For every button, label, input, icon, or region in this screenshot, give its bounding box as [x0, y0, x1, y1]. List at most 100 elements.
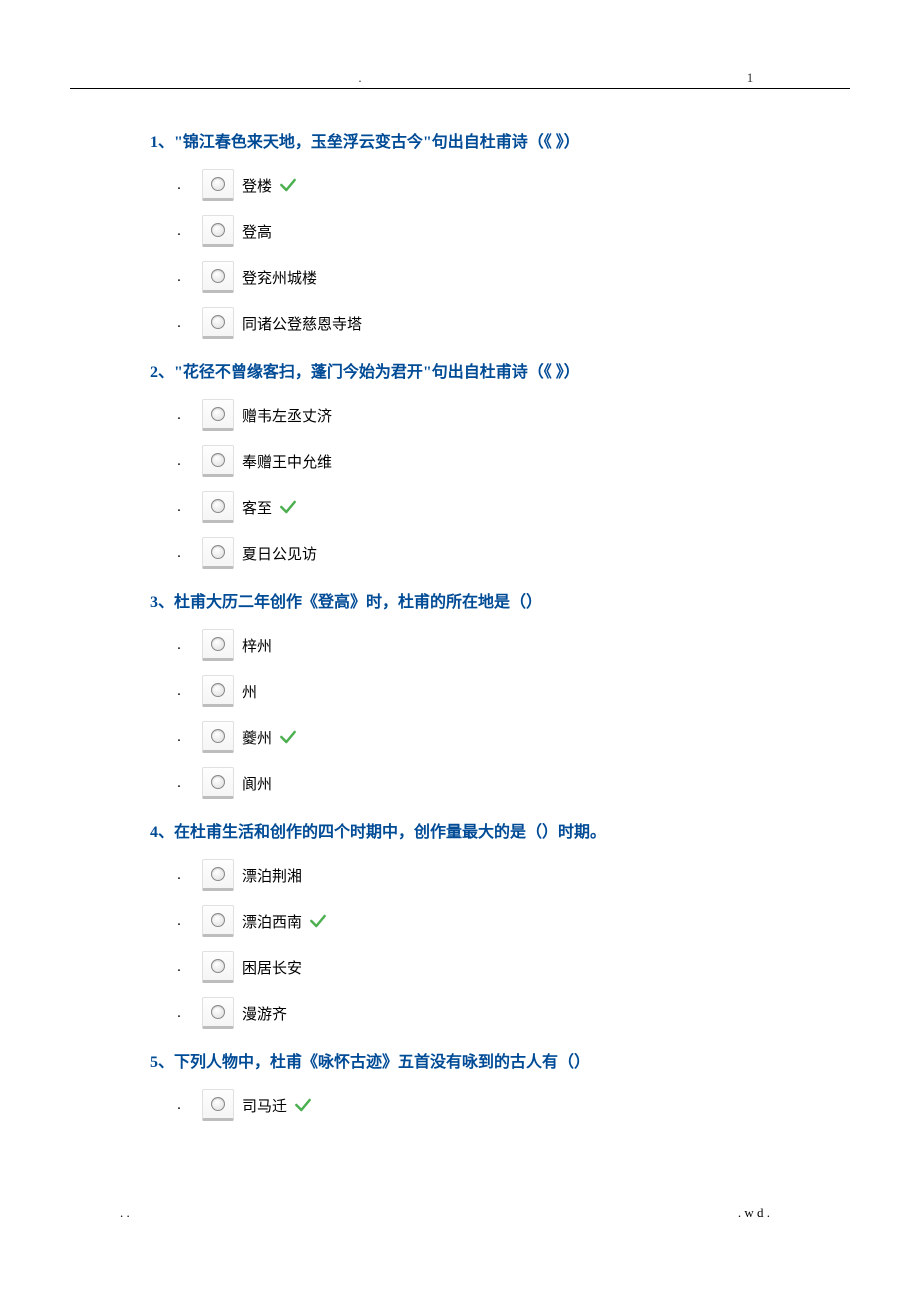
- option-label: 登高: [242, 221, 272, 242]
- footer-right: . w d .: [738, 1205, 770, 1221]
- radio-circle-icon: [211, 913, 225, 927]
- content: 1、"锦江春色来天地，玉垒浮云变古今"句出自杜甫诗（《 》） . 登楼 . 登高…: [0, 89, 920, 1165]
- radio-button[interactable]: [202, 537, 234, 569]
- radio-circle-icon: [211, 683, 225, 697]
- option-label: 梓州: [242, 635, 272, 656]
- q3-option-a: . 梓州: [150, 629, 770, 661]
- bullet-dot: .: [156, 1097, 202, 1114]
- bullet-dot: .: [156, 453, 202, 470]
- option-label: 登楼: [242, 175, 272, 196]
- option-label: 漂泊荆湘: [242, 865, 302, 886]
- q4-option-c: . 困居长安: [150, 951, 770, 983]
- radio-button[interactable]: [202, 261, 234, 293]
- question-4-title-text: 4、在杜甫生活和创作的四个时期中，创作量最大的是（）时期。: [150, 824, 606, 841]
- check-icon: [278, 497, 298, 517]
- check-icon: [278, 175, 298, 195]
- radio-circle-icon: [211, 959, 225, 973]
- radio-button[interactable]: [202, 1089, 234, 1121]
- radio-button[interactable]: [202, 307, 234, 339]
- radio-button[interactable]: [202, 767, 234, 799]
- check-icon: [308, 911, 328, 931]
- page: . 1 1、"锦江春色来天地，玉垒浮云变古今"句出自杜甫诗（《 》） . 登楼 …: [0, 0, 920, 1251]
- bullet-dot: .: [156, 1005, 202, 1022]
- radio-circle-icon: [211, 729, 225, 743]
- q3-option-b: . 州: [150, 675, 770, 707]
- bullet-dot: .: [156, 499, 202, 516]
- bullet-dot: .: [156, 637, 202, 654]
- q3-option-d: . 阆州: [150, 767, 770, 799]
- radio-circle-icon: [211, 453, 225, 467]
- bullet-dot: .: [156, 545, 202, 562]
- bullet-dot: .: [156, 177, 202, 194]
- q1-option-c: . 登兖州城楼: [150, 261, 770, 293]
- bullet-dot: .: [156, 269, 202, 286]
- radio-button[interactable]: [202, 951, 234, 983]
- bullet-dot: .: [156, 867, 202, 884]
- radio-button[interactable]: [202, 905, 234, 937]
- radio-button[interactable]: [202, 169, 234, 201]
- page-header: . 1: [0, 0, 920, 86]
- header-left-mark: .: [70, 70, 650, 86]
- question-3-title-text: 3、杜甫大历二年创作《登高》时，杜甫的所在地是（）: [150, 594, 542, 611]
- radio-button[interactable]: [202, 491, 234, 523]
- bullet-dot: .: [156, 775, 202, 792]
- option-label: 阆州: [242, 773, 272, 794]
- radio-button[interactable]: [202, 859, 234, 891]
- check-icon: [293, 1095, 313, 1115]
- q2-option-d: . 夏日公见访: [150, 537, 770, 569]
- option-label: 同诸公登慈恩寺塔: [242, 313, 362, 334]
- bullet-dot: .: [156, 959, 202, 976]
- bullet-dot: .: [156, 315, 202, 332]
- radio-button[interactable]: [202, 445, 234, 477]
- radio-circle-icon: [211, 1097, 225, 1111]
- radio-circle-icon: [211, 545, 225, 559]
- radio-circle-icon: [211, 177, 225, 191]
- option-label: 州: [242, 681, 257, 702]
- radio-circle-icon: [211, 867, 225, 881]
- radio-button[interactable]: [202, 629, 234, 661]
- option-label: 登兖州城楼: [242, 267, 317, 288]
- radio-circle-icon: [211, 775, 225, 789]
- bullet-dot: .: [156, 683, 202, 700]
- footer-left: . .: [120, 1205, 130, 1221]
- option-label: 赠韦左丞丈济: [242, 405, 332, 426]
- question-5-title-text: 5、下列人物中，杜甫《咏怀古迹》五首没有咏到的古人有（）: [150, 1054, 590, 1071]
- bullet-dot: .: [156, 223, 202, 240]
- option-label: 夏日公见访: [242, 543, 317, 564]
- question-5-title: 5、下列人物中，杜甫《咏怀古迹》五首没有咏到的古人有（）: [150, 1051, 770, 1075]
- bullet-dot: .: [156, 913, 202, 930]
- radio-circle-icon: [211, 637, 225, 651]
- question-1-title: 1、"锦江春色来天地，玉垒浮云变古今"句出自杜甫诗（《 》）: [150, 131, 770, 155]
- option-label: 漂泊西南: [242, 911, 302, 932]
- radio-button[interactable]: [202, 675, 234, 707]
- bullet-dot: .: [156, 729, 202, 746]
- radio-circle-icon: [211, 269, 225, 283]
- radio-circle-icon: [211, 1005, 225, 1019]
- question-2-title-text: 2、"花径不曾缘客扫，蓬门今始为君开"句出自杜甫诗（《 》）: [150, 364, 580, 381]
- q4-option-b: . 漂泊西南: [150, 905, 770, 937]
- q2-option-c: . 客至: [150, 491, 770, 523]
- radio-button[interactable]: [202, 997, 234, 1029]
- q2-option-a: . 赠韦左丞丈济: [150, 399, 770, 431]
- option-label: 客至: [242, 497, 272, 518]
- bullet-dot: .: [156, 407, 202, 424]
- option-label: 奉赠王中允维: [242, 451, 332, 472]
- radio-button[interactable]: [202, 399, 234, 431]
- page-footer: . . . w d .: [0, 1165, 920, 1251]
- check-icon: [278, 727, 298, 747]
- q2-option-b: . 奉赠王中允维: [150, 445, 770, 477]
- option-label: 夔州: [242, 727, 272, 748]
- option-label: 困居长安: [242, 957, 302, 978]
- radio-circle-icon: [211, 407, 225, 421]
- radio-circle-icon: [211, 223, 225, 237]
- q1-option-b: . 登高: [150, 215, 770, 247]
- radio-button[interactable]: [202, 721, 234, 753]
- question-2-title: 2、"花径不曾缘客扫，蓬门今始为君开"句出自杜甫诗（《 》）: [150, 361, 770, 385]
- question-1-title-text: 1、"锦江春色来天地，玉垒浮云变古今"句出自杜甫诗（《 》）: [150, 134, 580, 151]
- q1-option-a: . 登楼: [150, 169, 770, 201]
- q4-option-d: . 漫游齐: [150, 997, 770, 1029]
- option-label: 司马迁: [242, 1095, 287, 1116]
- q1-option-d: . 同诸公登慈恩寺塔: [150, 307, 770, 339]
- header-page-number: 1: [650, 70, 850, 86]
- radio-button[interactable]: [202, 215, 234, 247]
